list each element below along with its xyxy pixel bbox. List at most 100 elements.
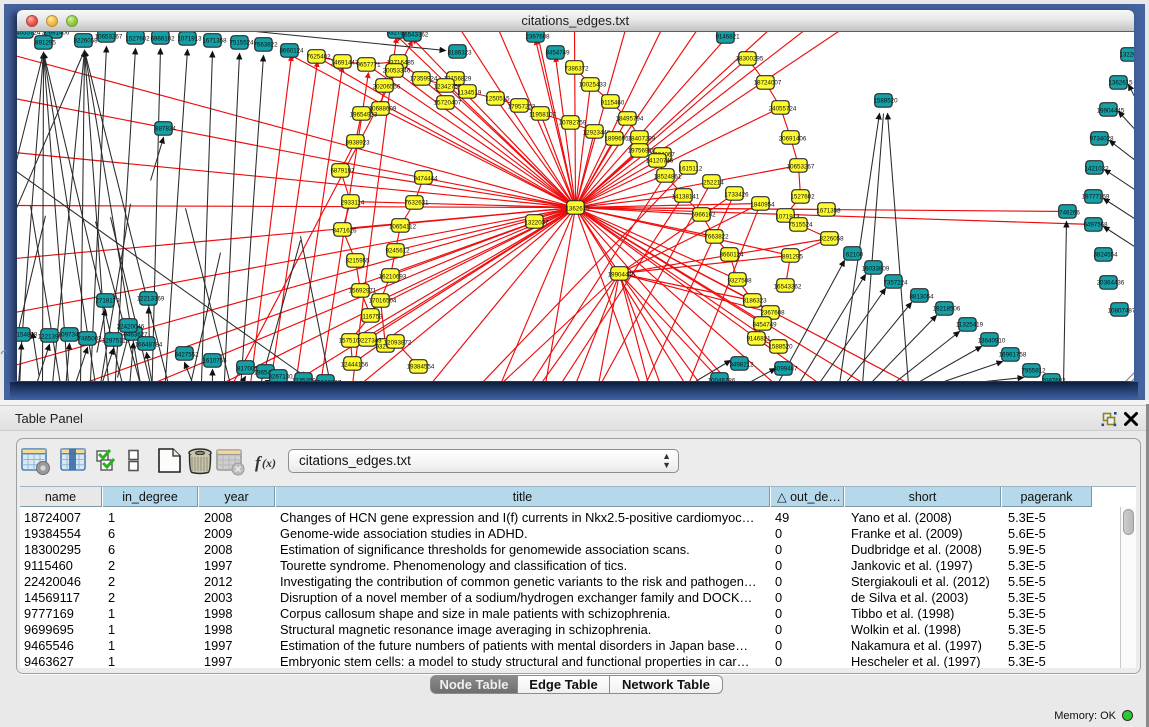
svg-text:3267130: 3267130 [268,373,293,380]
svg-text:14691447: 14691447 [330,59,358,66]
svg-text:252214: 252214 [703,179,724,186]
svg-text:8813054: 8813054 [909,293,934,300]
svg-text:8186323: 8186323 [447,49,472,56]
svg-text:9115460: 9115460 [600,99,624,106]
svg-text:8454749: 8454749 [545,49,570,56]
svg-text:1071913: 1071913 [177,35,202,42]
svg-text:8427552: 8427552 [174,351,199,358]
svg-text:2718179: 2718179 [95,297,120,304]
svg-text:9245612: 9245612 [385,247,410,254]
svg-text:7357224: 7357224 [883,279,908,286]
svg-text:891295: 891295 [782,253,803,260]
svg-text:9734028: 9734028 [1089,135,1114,142]
svg-text:7955812: 7955812 [1021,367,1046,374]
svg-text:6497568: 6497568 [1083,221,1108,228]
svg-text:8226058: 8226058 [819,235,844,242]
svg-text:1322037: 1322037 [524,219,549,226]
svg-text:891295: 891295 [35,39,56,46]
svg-text:8660124: 8660124 [719,251,744,258]
svg-text:20053346: 20053346 [382,67,410,74]
svg-text:2087682: 2087682 [1041,377,1066,381]
svg-text:9327508: 9327508 [727,277,752,284]
svg-text:1610755: 1610755 [202,357,227,364]
svg-text:1671358: 1671358 [202,37,227,44]
svg-text:16154808: 16154808 [17,331,38,338]
svg-text:6966102: 6966102 [150,35,175,42]
svg-text:20691406: 20691406 [778,135,806,142]
svg-text:6966102: 6966102 [691,211,716,218]
svg-text:19777169: 19777169 [1081,193,1109,200]
svg-text:10782759: 10782759 [558,119,586,126]
svg-text:12444156: 12444156 [340,361,368,368]
svg-text:9474444: 9474444 [413,175,438,182]
svg-text:116753: 116753 [362,313,383,320]
svg-text:9146821: 9146821 [715,33,740,40]
svg-text:3824554: 3824554 [1093,251,1118,258]
svg-text:10025433: 10025433 [578,81,606,88]
svg-text:17016504: 17016504 [368,297,396,304]
svg-text:10653267: 10653267 [94,33,122,40]
svg-text:11325419: 11325419 [955,321,983,328]
svg-text:16210693: 16210693 [378,273,406,280]
svg-text:1134519: 1134519 [457,89,481,96]
svg-text:746266: 746266 [1059,209,1080,216]
svg-text:18524861: 18524861 [653,173,681,180]
svg-text:17359924: 17359924 [409,75,437,82]
svg-text:7485003: 7485003 [77,335,102,342]
svg-text:20206556: 20206556 [372,83,400,90]
svg-text:1840954: 1840954 [750,201,775,208]
svg-text:8660124: 8660124 [279,47,304,54]
svg-text:(x): (x) [262,456,276,470]
svg-text:24055724: 24055724 [768,105,796,112]
svg-text:1527602: 1527602 [125,35,150,42]
svg-text:7663822: 7663822 [253,41,278,48]
svg-text:10046786: 10046786 [707,377,735,381]
svg-text:19218506: 19218506 [932,305,960,312]
svg-text:19654923: 19654923 [349,111,377,118]
svg-text:7515524: 7515524 [788,221,813,228]
svg-text:3215955: 3215955 [345,257,370,264]
svg-text:12093872: 12093872 [383,339,411,346]
svg-text:10653267: 10653267 [786,163,814,170]
svg-text:7515524: 7515524 [229,39,254,46]
svg-text:1362615: 1362615 [1108,79,1133,86]
svg-text:1588520: 1588520 [768,343,793,350]
svg-text:7386372: 7386372 [564,65,589,72]
svg-text:8938923: 8938923 [345,139,370,146]
svg-text:1615112: 1615112 [678,165,702,172]
svg-text:4099487: 4099487 [773,365,798,372]
svg-text:7632621: 7632621 [404,199,429,206]
svg-text:14120746: 14120746 [645,157,673,164]
svg-text:16961758: 16961758 [998,351,1026,358]
svg-text:8226058: 8226058 [73,37,98,44]
svg-text:1421022: 1421022 [1084,165,1109,172]
svg-text:1362615: 1362615 [565,205,590,212]
svg-text:887834: 887834 [155,125,176,132]
svg-text:15720407: 15720407 [433,99,461,106]
svg-text:10807487: 10807487 [1107,307,1134,314]
svg-text:9146821: 9146821 [746,335,771,342]
svg-text:1588520: 1588520 [873,97,898,104]
svg-text:7663822: 7663822 [704,233,729,240]
svg-text:7625402: 7625402 [306,53,331,60]
svg-text:18495794: 18495794 [615,115,643,122]
svg-text:9657771: 9657771 [356,61,381,68]
svg-text:16648784: 16648784 [134,341,162,348]
svg-text:18300295: 18300295 [735,55,763,62]
svg-text:16543362: 16543362 [400,32,428,39]
svg-text:19384554: 19384554 [406,363,434,370]
svg-text:1527602: 1527602 [790,193,815,200]
svg-text:13640910: 13640910 [977,337,1005,344]
svg-text:22420046: 22420046 [116,323,144,330]
svg-text:15692971: 15692971 [348,287,376,294]
svg-text:18724007: 18724007 [753,79,781,86]
svg-text:1250515: 1250515 [485,95,510,102]
svg-text:19904445: 19904445 [1096,107,1124,114]
svg-text:20364436: 20364436 [1096,279,1124,286]
svg-text:2367608: 2367608 [760,309,785,316]
svg-text:16543362: 16543362 [773,283,801,290]
svg-text:8471626: 8471626 [332,227,357,234]
svg-text:1899695: 1899695 [604,135,629,142]
svg-text:14138141: 14138141 [671,193,699,200]
svg-text:2933114: 2933114 [340,199,364,206]
